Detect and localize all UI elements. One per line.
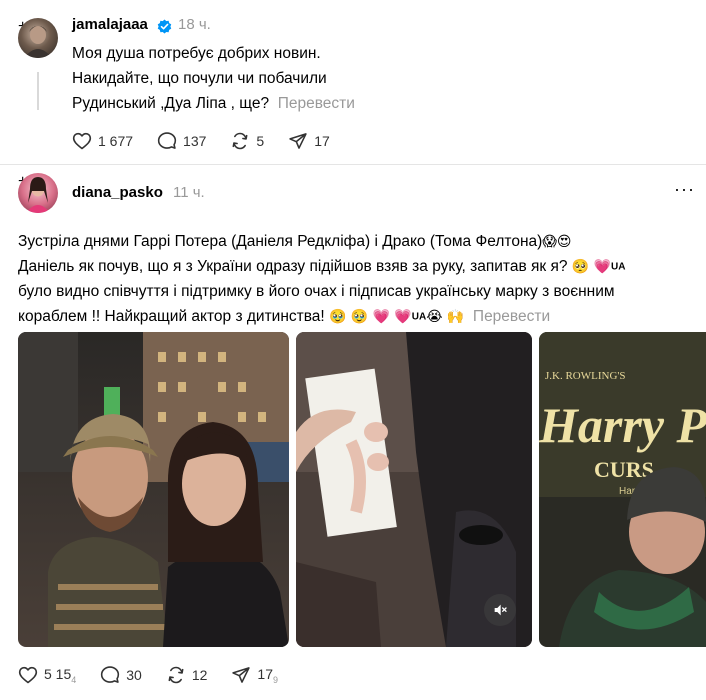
comment-button[interactable]: 30 — [100, 665, 142, 685]
repost-button[interactable]: 12 — [166, 665, 208, 685]
photo-selfie-image — [18, 332, 289, 647]
post-text-line-content: кораблем !! Найкращий актор з дитинства! — [18, 308, 325, 326]
mute-icon — [494, 604, 507, 616]
thread-line — [37, 72, 39, 110]
repost-count: 12 — [191, 667, 208, 683]
more-icon[interactable]: ··· — [674, 179, 695, 200]
heart-icon — [18, 666, 38, 684]
clapping-emoji-icon: 🙌 — [446, 308, 465, 325]
post-text-line: кораблем !! Найкращий актор з дитинства!… — [18, 304, 698, 329]
post-text-line-content: Рудинський ,Дуа Ліпа , ще? — [72, 95, 270, 112]
post-author-username[interactable]: diana_pasko — [72, 184, 163, 201]
translate-link[interactable]: Перевести — [278, 95, 355, 112]
avatar-photo — [26, 177, 50, 213]
post-text-line-content: Зустріла днями Гаррі Потера (Даніеля Ред… — [18, 233, 543, 250]
comment-count: 137 — [183, 133, 207, 149]
post-text-line: Накидайте, що почули чи побачили — [72, 70, 327, 87]
photo-theatre-image: J.K. ROWLING'S Harry P CURS Harry — [539, 332, 706, 647]
post-text-line: Моя душа потребує добрих новин. — [72, 45, 321, 62]
share-icon — [289, 133, 307, 149]
sobbing-emoji-icon: 😭 — [426, 308, 443, 325]
comment-icon — [101, 666, 120, 683]
share-button[interactable]: 179 — [231, 665, 278, 685]
like-button[interactable]: 5 154 — [18, 665, 76, 685]
pink-heart-emoji-icon: 💗 — [394, 308, 412, 325]
ua-flag-icon: UA — [611, 261, 626, 273]
post-jamalajaaa: + jamalajaaa 18 ч. Моя душа потребує доб… — [0, 0, 706, 170]
like-count: 5 154 — [44, 666, 76, 685]
like-count: 1 677 — [98, 133, 134, 149]
pink-heart-emoji-icon: 💗 — [372, 308, 390, 325]
like-button[interactable]: 1 677 — [72, 131, 133, 151]
repost-count: 5 — [256, 133, 265, 149]
heart-icon — [72, 132, 92, 150]
post-actions: 5 154 30 12 179 — [18, 665, 302, 685]
repost-button[interactable]: 5 — [230, 131, 264, 151]
share-count: 17 — [314, 133, 330, 149]
post-author-username[interactable]: jamalajaaa — [72, 16, 148, 33]
post-text-line: було видно співчуття і підтримку в його … — [18, 283, 615, 301]
media-photo-theatre[interactable]: J.K. ROWLING'S Harry P CURS Harry — [539, 332, 706, 647]
post-text-line-content: Даніель як почув, що я з України одразу … — [18, 258, 568, 275]
sign-brand-text: J.K. ROWLING'S — [545, 370, 626, 382]
comment-button[interactable]: 137 — [157, 131, 206, 151]
media-video-signing[interactable] — [296, 332, 532, 647]
like-count-value: 5 15 — [44, 665, 72, 682]
share-count: 179 — [257, 666, 278, 685]
post-text: Зустріла днями Гаррі Потера (Даніеля Ред… — [18, 229, 698, 330]
crying-emoji-icon: 🥹 — [350, 308, 369, 325]
post-text-line: Рудинський ,Дуа Ліпа , ще? Перевести — [72, 91, 355, 116]
avatar-photo — [24, 26, 52, 58]
avatar-diana-pasko[interactable]: + — [18, 173, 62, 217]
post-text-line: Даніель як почув, що я з України одразу … — [18, 254, 698, 279]
repost-icon — [168, 666, 184, 684]
pink-heart-emoji-icon: 💗 — [593, 258, 612, 274]
post-diana-pasko: + diana_pasko 11 ч. ··· Зустріла днями Г… — [0, 165, 706, 700]
comment-icon — [157, 132, 177, 149]
pleading-emoji-icon: 🥺 — [571, 258, 590, 274]
shocked-emoji-icon: 😱 — [542, 233, 557, 249]
repost-icon — [232, 132, 248, 150]
verified-icon — [157, 19, 172, 34]
post-text-line: Зустріла днями Гаррі Потера (Даніеля Ред… — [18, 229, 698, 254]
share-button[interactable]: 17 — [288, 131, 330, 151]
post-timestamp[interactable]: 18 ч. — [178, 16, 211, 33]
sign-title-text: Harry P — [539, 397, 706, 453]
translate-link[interactable]: Перевести — [473, 308, 550, 325]
ua-flag-icon: UA — [411, 311, 427, 323]
media-photo-selfie[interactable] — [18, 332, 289, 647]
like-count-tail: 4 — [71, 674, 77, 685]
share-count-value: 17 — [257, 665, 273, 682]
mute-button[interactable] — [484, 594, 516, 626]
post-text: Моя душа потребує добрих новин. Накидайт… — [72, 41, 355, 116]
crying-emoji-icon: 🥹 — [329, 308, 347, 325]
share-count-tail: 9 — [273, 674, 279, 685]
post-actions: 1 677 137 5 17 — [72, 131, 354, 151]
avatar-jamalajaaa[interactable]: + — [18, 18, 62, 62]
comment-count: 30 — [126, 667, 142, 683]
share-icon — [232, 667, 251, 683]
heart-eyes-emoji-icon: 😍 — [556, 233, 572, 249]
post-timestamp[interactable]: 11 ч. — [173, 184, 205, 201]
